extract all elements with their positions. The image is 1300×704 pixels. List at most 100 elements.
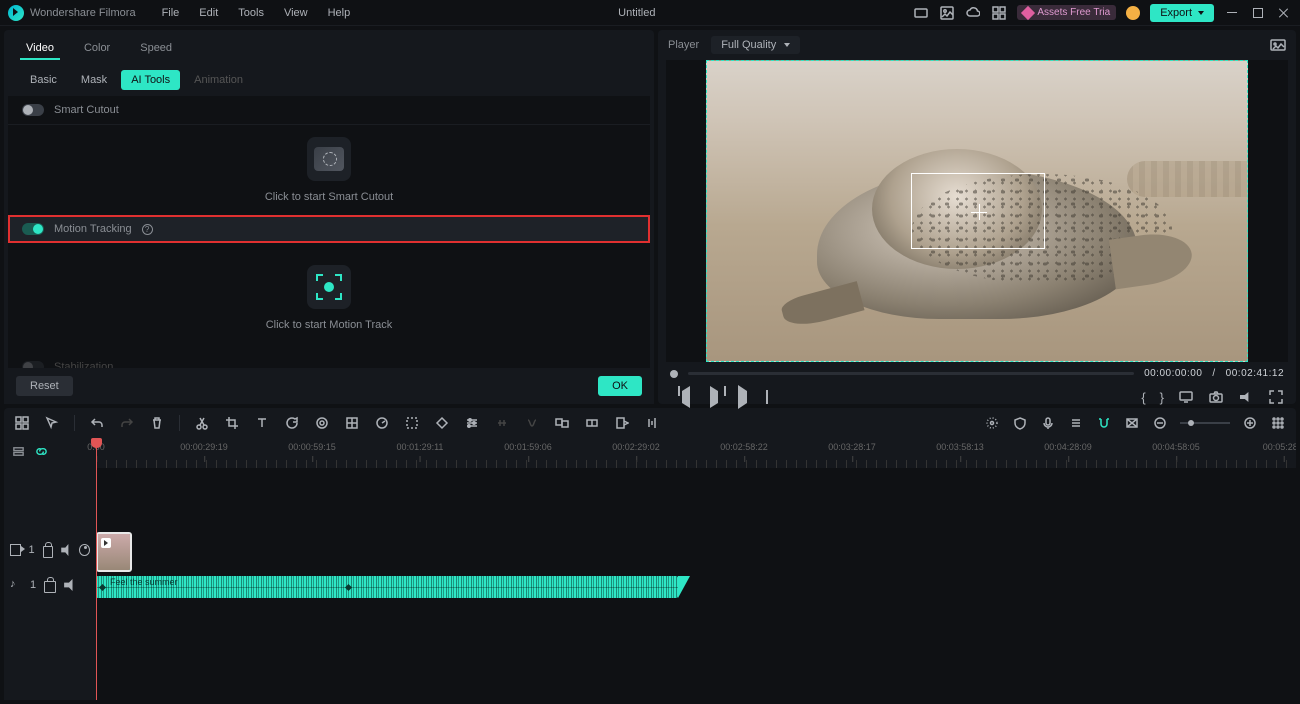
timeline-main[interactable]: 0:0000:00:29:1900:00:59:1500:01:29:1100:… bbox=[96, 438, 1296, 700]
list-icon[interactable] bbox=[1068, 415, 1084, 431]
tab-video[interactable]: Video bbox=[20, 38, 60, 60]
shield-icon[interactable] bbox=[1012, 415, 1028, 431]
quality-value: Full Quality bbox=[721, 39, 776, 51]
timeline-ruler[interactable]: 0:0000:00:29:1900:00:59:1500:01:29:1100:… bbox=[96, 438, 1296, 468]
selection-tool-icon[interactable] bbox=[44, 415, 60, 431]
motion-track-area[interactable]: Click to start Motion Track bbox=[8, 243, 650, 353]
subtab-ai-tools[interactable]: AI Tools bbox=[121, 70, 180, 90]
menu-file[interactable]: File bbox=[152, 3, 190, 23]
text-icon[interactable] bbox=[254, 415, 270, 431]
playhead[interactable] bbox=[96, 438, 97, 700]
lock-icon[interactable] bbox=[44, 581, 56, 593]
menu-help[interactable]: Help bbox=[318, 3, 361, 23]
preview-viewport[interactable] bbox=[666, 60, 1288, 362]
zoom-slider[interactable] bbox=[1180, 422, 1230, 424]
zoom-in-icon[interactable] bbox=[1242, 415, 1258, 431]
delete-icon[interactable] bbox=[149, 415, 165, 431]
play-button[interactable] bbox=[738, 391, 750, 403]
group-icon[interactable] bbox=[554, 415, 570, 431]
mute-icon[interactable] bbox=[64, 579, 76, 591]
audio-track-lane[interactable]: Feel the summer bbox=[96, 576, 1296, 600]
mark-out-button[interactable]: } bbox=[1160, 390, 1164, 405]
menu-tools[interactable]: Tools bbox=[228, 3, 274, 23]
motion-track-box[interactable] bbox=[911, 173, 1045, 249]
window-maximize[interactable] bbox=[1250, 5, 1266, 21]
adjust-icon[interactable] bbox=[464, 415, 480, 431]
audio-clip-label: Feel the summer bbox=[110, 577, 178, 587]
smart-cutout-area[interactable]: Click to start Smart Cutout bbox=[8, 125, 650, 215]
preview-render-icon[interactable] bbox=[1124, 415, 1140, 431]
undo-icon[interactable] bbox=[89, 415, 105, 431]
assets-label: Assets Free Tria bbox=[1037, 7, 1110, 18]
menu-view[interactable]: View bbox=[274, 3, 318, 23]
eye-icon[interactable] bbox=[79, 544, 90, 556]
motion-tracking-toggle[interactable] bbox=[22, 223, 44, 235]
mic-icon[interactable] bbox=[1040, 415, 1056, 431]
color-match-icon[interactable] bbox=[314, 415, 330, 431]
screen-record-icon[interactable] bbox=[913, 5, 929, 21]
marker-icon[interactable] bbox=[614, 415, 630, 431]
window-close[interactable] bbox=[1276, 5, 1292, 21]
detach-icon[interactable] bbox=[584, 415, 600, 431]
ai-tools-body: Smart Cutout Click to start Smart Cutout… bbox=[8, 96, 650, 368]
audio-beat-icon[interactable] bbox=[644, 415, 660, 431]
zoom-out-icon[interactable] bbox=[1152, 415, 1168, 431]
video-track-lane[interactable] bbox=[96, 530, 1296, 570]
smart-cutout-toggle[interactable] bbox=[22, 104, 44, 116]
snap-icon[interactable] bbox=[1096, 415, 1112, 431]
mute-icon[interactable] bbox=[61, 544, 71, 556]
subtab-mask[interactable]: Mask bbox=[71, 70, 117, 90]
audio-clip[interactable]: Feel the summer bbox=[96, 576, 678, 598]
stop-button[interactable] bbox=[766, 391, 778, 403]
prev-frame-button[interactable] bbox=[682, 391, 694, 403]
cloud-icon[interactable] bbox=[965, 5, 981, 21]
camera-icon[interactable] bbox=[1208, 389, 1224, 405]
link-icon[interactable] bbox=[35, 445, 48, 461]
mark-in-button[interactable]: { bbox=[1141, 390, 1145, 405]
ok-button[interactable]: OK bbox=[598, 376, 642, 396]
mask-icon[interactable] bbox=[344, 415, 360, 431]
voice-icon[interactable] bbox=[524, 415, 540, 431]
fullscreen-icon[interactable] bbox=[1268, 389, 1284, 405]
tab-speed[interactable]: Speed bbox=[134, 38, 178, 60]
auto-reframe-icon[interactable] bbox=[404, 415, 420, 431]
workspace: Video Color Speed Basic Mask AI Tools An… bbox=[0, 26, 1300, 704]
subtab-animation[interactable]: Animation bbox=[184, 70, 253, 90]
video-clip[interactable] bbox=[96, 532, 132, 572]
redo-icon[interactable] bbox=[119, 415, 135, 431]
rotate-icon[interactable] bbox=[284, 415, 300, 431]
crop-icon[interactable] bbox=[224, 415, 240, 431]
split-icon[interactable] bbox=[194, 415, 210, 431]
quality-select[interactable]: Full Quality bbox=[711, 36, 800, 54]
next-frame-button[interactable] bbox=[710, 391, 722, 403]
volume-icon[interactable] bbox=[1238, 389, 1254, 405]
cursor-tool-icon[interactable] bbox=[14, 415, 30, 431]
export-button[interactable]: Export bbox=[1150, 4, 1214, 22]
document-title: Untitled bbox=[360, 7, 913, 19]
snapshot-icon[interactable] bbox=[1270, 37, 1286, 53]
ruler-mark: 00:00:29:19 bbox=[180, 442, 228, 452]
scrub-track[interactable] bbox=[688, 372, 1134, 375]
keyframe-icon[interactable] bbox=[434, 415, 450, 431]
menu-edit[interactable]: Edit bbox=[189, 3, 228, 23]
assets-trial-button[interactable]: Assets Free Tria bbox=[1017, 5, 1116, 20]
window-minimize[interactable] bbox=[1224, 5, 1240, 21]
scrub-handle[interactable] bbox=[670, 370, 678, 378]
display-icon[interactable] bbox=[1178, 389, 1194, 405]
timeline-toolbar bbox=[4, 408, 1296, 438]
apps-icon[interactable] bbox=[991, 5, 1007, 21]
subtab-basic[interactable]: Basic bbox=[20, 70, 67, 90]
stabilization-toggle[interactable] bbox=[22, 361, 44, 368]
media-icon[interactable] bbox=[939, 5, 955, 21]
filmora-icon bbox=[8, 5, 24, 21]
reset-button[interactable]: Reset bbox=[16, 376, 73, 396]
lock-icon[interactable] bbox=[43, 546, 54, 558]
toggle-tracks-icon[interactable] bbox=[12, 445, 25, 461]
mix-icon[interactable] bbox=[984, 415, 1000, 431]
audio-stretch-icon[interactable] bbox=[494, 415, 510, 431]
help-icon[interactable]: ? bbox=[142, 224, 153, 235]
tab-color[interactable]: Color bbox=[78, 38, 116, 60]
speed-icon[interactable] bbox=[374, 415, 390, 431]
grid-size-icon[interactable] bbox=[1270, 415, 1286, 431]
hint-icon[interactable] bbox=[1126, 6, 1140, 20]
